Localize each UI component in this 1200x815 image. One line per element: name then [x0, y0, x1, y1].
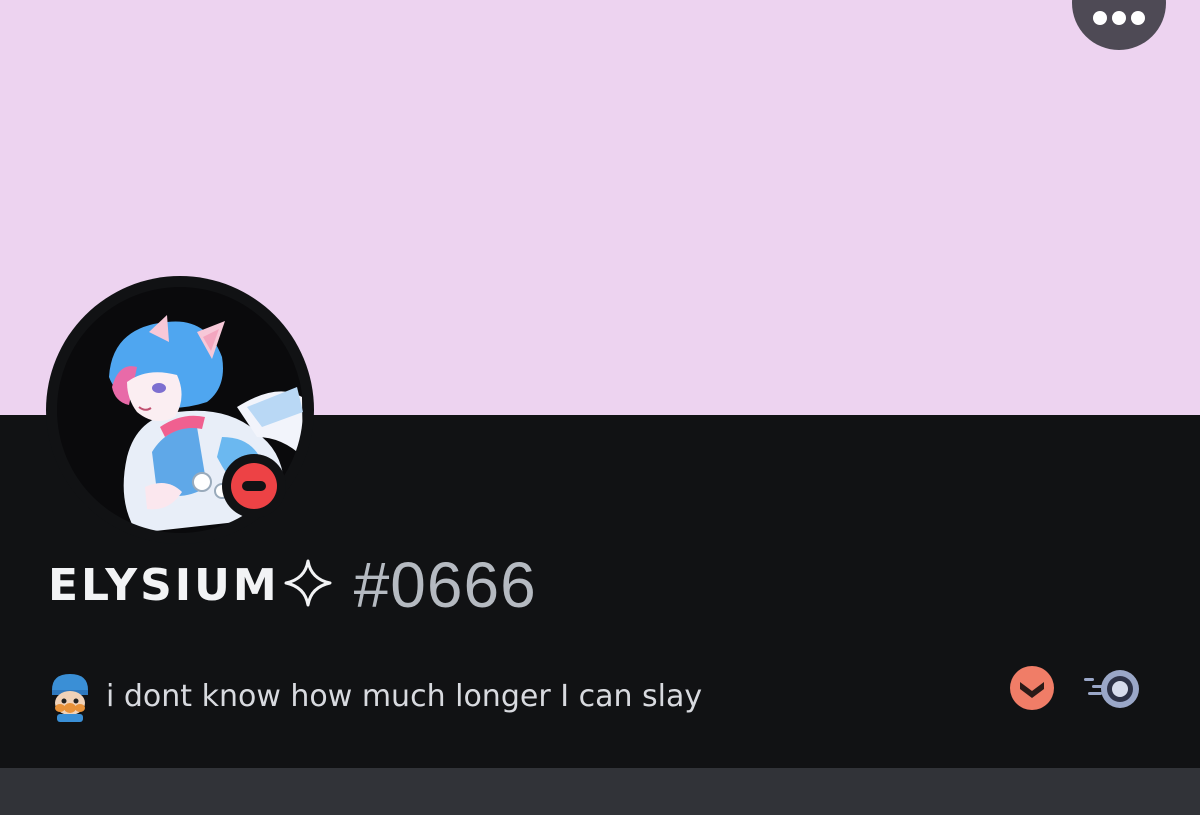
do-not-disturb-icon [231, 463, 277, 509]
more-options-icon [1093, 11, 1145, 25]
do-not-disturb-bar [242, 481, 266, 491]
more-options-button[interactable] [1072, 0, 1166, 50]
user-profile: ELYSIUM #0666 i dont know how much longer… [0, 0, 1200, 815]
custom-status-row: i dont know how much longer I can slay [48, 670, 702, 726]
custom-status-text: i dont know how much longer I can slay [106, 678, 703, 714]
profile-footer-strip [0, 768, 1200, 815]
display-name: ELYSIUM [48, 559, 280, 611]
name-row: ELYSIUM #0666 [48, 548, 537, 624]
pocoyo-emoji-icon [48, 670, 92, 722]
nitro-badge-icon[interactable] [1082, 668, 1142, 714]
sparkle-icon [282, 557, 334, 613]
status-indicator [222, 454, 286, 518]
hypesquad-brilliance-badge-icon[interactable] [1009, 665, 1055, 715]
discriminator: #0666 [353, 549, 537, 621]
